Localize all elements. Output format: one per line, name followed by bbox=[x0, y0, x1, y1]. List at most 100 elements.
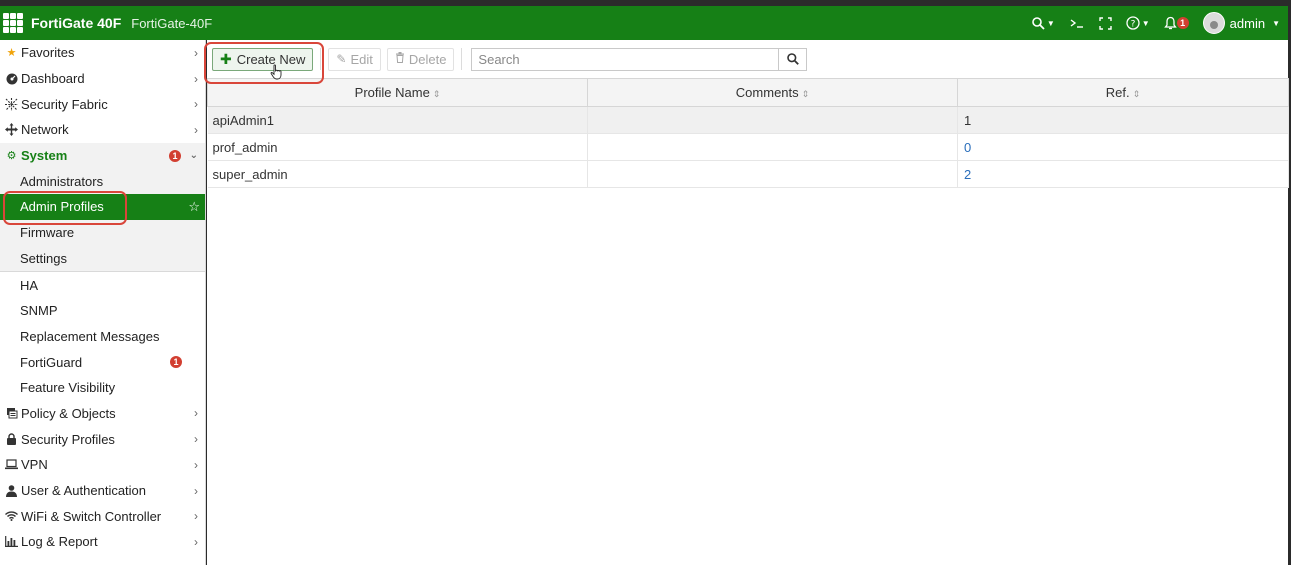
column-header-profile-name[interactable]: Profile Name ⇕ bbox=[207, 78, 588, 107]
search-input[interactable] bbox=[472, 48, 779, 70]
fortiguard-alert-badge: 1 bbox=[170, 356, 182, 369]
sidebar-item-label: Firmware bbox=[20, 225, 75, 241]
sidebar-item-label: User & Authentication bbox=[21, 483, 147, 499]
sidebar-item-snmp[interactable]: SNMP bbox=[0, 297, 205, 324]
avatar bbox=[1202, 12, 1225, 34]
ref-count-link[interactable]: 0 bbox=[957, 133, 1289, 161]
ref-count-link[interactable]: 1 bbox=[957, 106, 1289, 134]
policy-icon bbox=[5, 407, 18, 419]
sidebar-item-label: Network bbox=[21, 122, 69, 138]
sidebar-item-settings[interactable]: Settings bbox=[0, 245, 205, 272]
sidebar-item-security-profiles[interactable]: Security Profiles › bbox=[0, 426, 205, 452]
sidebar-item-dashboard[interactable]: Dashboard › bbox=[0, 66, 205, 92]
search-menu-button[interactable]: ▼ bbox=[1032, 16, 1055, 30]
system-alert-badge: 1 bbox=[169, 149, 181, 162]
sidebar-item-feature-visibility[interactable]: Feature Visibility bbox=[0, 374, 205, 401]
dashboard-icon bbox=[5, 73, 18, 85]
table-row[interactable]: super_admin 2 bbox=[207, 160, 1289, 188]
sidebar-item-label: VPN bbox=[21, 457, 48, 473]
sidebar-item-label: Settings bbox=[20, 250, 67, 266]
favorite-star-icon[interactable]: ☆ bbox=[188, 199, 200, 215]
comments-cell bbox=[587, 106, 958, 134]
cli-console-button[interactable] bbox=[1069, 17, 1085, 29]
sidebar-item-vpn[interactable]: VPN › bbox=[0, 452, 205, 478]
help-icon: ? bbox=[1126, 16, 1140, 30]
chevron-right-icon: › bbox=[194, 483, 198, 498]
sort-icon: ⇕ bbox=[1132, 89, 1141, 99]
sort-icon: ⇕ bbox=[432, 89, 441, 99]
chevron-right-icon: › bbox=[194, 122, 198, 137]
sidebar-item-firmware[interactable]: Firmware bbox=[0, 219, 205, 246]
fullscreen-button[interactable] bbox=[1099, 16, 1112, 30]
chevron-down-icon: ▼ bbox=[1141, 18, 1150, 28]
gear-icon: ⚙ bbox=[6, 150, 17, 163]
bell-icon bbox=[1163, 16, 1177, 30]
header-tools: ▼ ? ▼ 1 admin ▼ bbox=[1032, 12, 1288, 34]
sidebar-item-label: Admin Profiles bbox=[20, 199, 104, 215]
table-row[interactable]: prof_admin 0 bbox=[207, 133, 1289, 161]
sidebar-item-administrators[interactable]: Administrators bbox=[0, 168, 205, 195]
sidebar-item-network[interactable]: Network › bbox=[0, 117, 205, 143]
svg-text:?: ? bbox=[1130, 20, 1135, 30]
sidebar-item-label: Security Fabric bbox=[21, 96, 108, 112]
sidebar-item-favorites[interactable]: ★ Favorites › bbox=[0, 40, 205, 66]
mouse-cursor-icon bbox=[270, 64, 282, 80]
search-submit-button[interactable] bbox=[778, 48, 806, 70]
search-box bbox=[471, 47, 808, 71]
create-new-button[interactable]: ✚ Create New bbox=[212, 47, 314, 71]
profile-name-cell: prof_admin bbox=[207, 133, 588, 161]
comments-cell bbox=[587, 133, 958, 161]
sidebar-item-label: Policy & Objects bbox=[21, 405, 116, 421]
table-row[interactable]: apiAdmin1 1 bbox=[207, 106, 1289, 134]
username-label: admin bbox=[1229, 15, 1266, 31]
sidebar-item-label: WiFi & Switch Controller bbox=[21, 508, 162, 524]
chevron-right-icon: › bbox=[194, 97, 198, 112]
sidebar-item-ha[interactable]: HA bbox=[0, 272, 205, 298]
terminal-icon bbox=[1070, 19, 1083, 28]
sidebar-item-policy-objects[interactable]: Policy & Objects › bbox=[0, 401, 205, 427]
trash-icon bbox=[395, 52, 405, 66]
profile-name-cell: apiAdmin1 bbox=[207, 106, 588, 134]
column-header-ref[interactable]: Ref. ⇕ bbox=[957, 78, 1289, 107]
delete-label: Delete bbox=[408, 51, 447, 67]
sidebar-item-label: Security Profiles bbox=[21, 431, 115, 447]
search-icon bbox=[1032, 16, 1045, 30]
sidebar-item-log-report[interactable]: Log & Report › bbox=[0, 529, 205, 555]
user-icon bbox=[5, 484, 18, 497]
product-name: FortiGate 40F bbox=[31, 15, 122, 31]
pencil-icon: ✎ bbox=[336, 52, 347, 66]
sidebar-item-label: System bbox=[21, 148, 68, 164]
help-menu-button[interactable]: ? ▼ bbox=[1126, 16, 1150, 30]
chevron-right-icon: › bbox=[194, 534, 198, 549]
edit-button[interactable]: ✎ Edit bbox=[328, 47, 381, 71]
wifi-icon bbox=[5, 511, 18, 522]
lock-icon bbox=[5, 433, 18, 446]
search-icon bbox=[787, 53, 799, 65]
plus-icon: ✚ bbox=[220, 50, 232, 67]
chevron-right-icon: › bbox=[194, 509, 198, 524]
user-menu-button[interactable]: admin ▼ bbox=[1202, 12, 1280, 34]
sidebar-item-label: FortiGuard bbox=[20, 354, 83, 370]
delete-button[interactable]: Delete bbox=[386, 47, 455, 71]
sidebar-item-user-authentication[interactable]: User & Authentication › bbox=[0, 478, 205, 504]
column-header-comments[interactable]: Comments ⇕ bbox=[587, 78, 958, 107]
sidebar-nav: ★ Favorites › Dashboard › Security Fabri… bbox=[0, 40, 206, 565]
device-name: FortiGate-40F bbox=[131, 15, 213, 31]
sidebar-item-system[interactable]: ⚙ System 1 ⌄ bbox=[0, 142, 205, 169]
sidebar-item-wifi-switch-controller[interactable]: WiFi & Switch Controller › bbox=[0, 503, 205, 529]
table-header-row: Profile Name ⇕ Comments ⇕ Ref. ⇕ bbox=[207, 78, 1289, 107]
sidebar-item-label: Feature Visibility bbox=[20, 380, 116, 396]
notification-count-badge: 1 bbox=[1176, 17, 1189, 29]
admin-profiles-table: Profile Name ⇕ Comments ⇕ Ref. ⇕ apiAdmin1 … bbox=[207, 78, 1289, 188]
chevron-right-icon: › bbox=[194, 45, 198, 60]
fullscreen-icon bbox=[1099, 16, 1112, 30]
sidebar-item-replacement-messages[interactable]: Replacement Messages bbox=[0, 323, 205, 350]
chart-icon bbox=[5, 536, 18, 548]
sidebar-item-security-fabric[interactable]: Security Fabric › bbox=[0, 91, 205, 117]
sidebar-item-fortiguard[interactable]: FortiGuard 1 bbox=[0, 349, 205, 375]
sidebar-item-label: SNMP bbox=[20, 303, 58, 319]
ref-count-link[interactable]: 2 bbox=[957, 160, 1289, 188]
sidebar-item-admin-profiles[interactable]: Admin Profiles ☆ bbox=[0, 194, 205, 220]
chevron-down-icon: ⌄ bbox=[189, 150, 198, 162]
notifications-button[interactable]: 1 bbox=[1163, 16, 1189, 30]
